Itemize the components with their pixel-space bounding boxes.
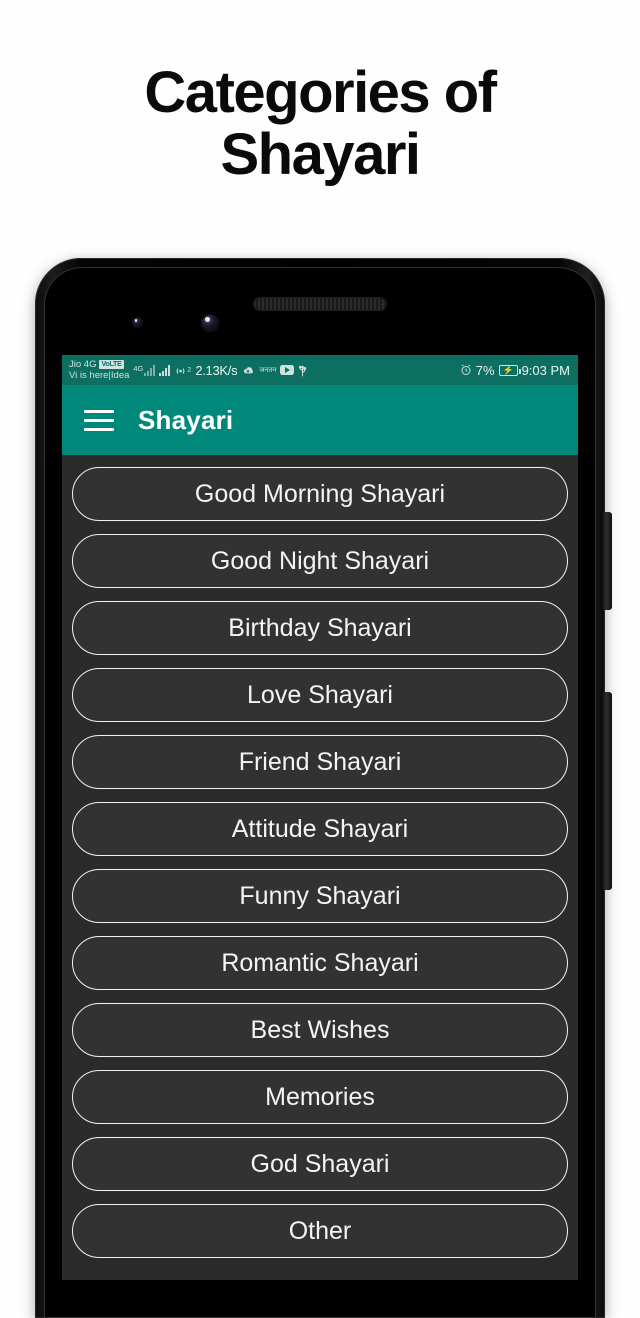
proximity-sensor-icon [133, 318, 142, 327]
category-item-funny-shayari[interactable]: Funny Shayari [72, 869, 568, 923]
promo-headline: Categories of Shayari [0, 62, 640, 186]
volte-badge: VoLTE [99, 360, 124, 369]
charging-bolt-icon: ⚡ [502, 364, 514, 375]
category-item-birthday-shayari[interactable]: Birthday Shayari [72, 601, 568, 655]
carrier-name-primary: Jio 4G [69, 359, 97, 370]
app-bar-title: Shayari [138, 404, 234, 435]
signal-bars-icon [144, 364, 156, 376]
carrier-name-secondary: Vi is here|Idea [69, 370, 130, 381]
promo-headline-line2: Shayari [220, 122, 421, 187]
earpiece-speaker [254, 298, 386, 310]
hotspot-count: 2 [187, 366, 192, 374]
category-item-memories[interactable]: Memories [72, 1070, 568, 1124]
category-item-other[interactable]: Other [72, 1204, 568, 1258]
usb-icon [298, 364, 307, 377]
hamburger-line [84, 427, 114, 431]
category-item-best-wishes[interactable]: Best Wishes [72, 1003, 568, 1057]
battery-charging-icon: ⚡ [498, 364, 521, 376]
hamburger-line [84, 409, 114, 413]
volume-rocker-button[interactable] [603, 692, 612, 890]
hamburger-menu-icon[interactable] [84, 409, 114, 431]
battery-percentage: 7% [475, 362, 495, 378]
signal-bars-sim2-icon [159, 364, 171, 376]
category-item-good-morning-shayari[interactable]: Good Morning Shayari [72, 467, 568, 521]
category-item-attitude-shayari[interactable]: Attitude Shayari [72, 802, 568, 856]
youtube-icon [280, 365, 295, 375]
alarm-clock-icon [460, 364, 472, 376]
hamburger-line [84, 418, 114, 422]
status-bar-clock: 9:03 PM [521, 362, 570, 378]
cloud-download-icon [241, 365, 255, 376]
data-speed-indicator: 2.13K/s [195, 362, 238, 378]
category-item-love-shayari[interactable]: Love Shayari [72, 668, 568, 722]
status-bar: Jio 4G VoLTE Vi is here|Idea 4G 2 2.13K/… [62, 355, 578, 385]
signal-strength-sim1: 4G [133, 363, 156, 376]
category-item-god-shayari[interactable]: God Shayari [72, 1137, 568, 1191]
category-item-romantic-shayari[interactable]: Romantic Shayari [72, 936, 568, 990]
carrier-info: Jio 4G VoLTE Vi is here|Idea [69, 359, 129, 381]
hotspot-icon: 2 [174, 364, 191, 377]
category-item-good-night-shayari[interactable]: Good Night Shayari [72, 534, 568, 588]
category-item-friend-shayari[interactable]: Friend Shayari [72, 735, 568, 789]
status-bar-right-group: 7% ⚡ 9:03 PM [460, 363, 570, 378]
front-camera-icon [202, 315, 218, 331]
power-button[interactable] [603, 512, 612, 610]
hindi-app-badge: जनतन [259, 366, 277, 374]
network-generation-label: 4G [133, 363, 144, 373]
category-list: Good Morning Shayari Good Night Shayari … [62, 455, 578, 1258]
phone-screen: Jio 4G VoLTE Vi is here|Idea 4G 2 2.13K/… [62, 355, 578, 1280]
app-bar: Shayari [62, 385, 578, 455]
promo-headline-line1: Categories of [144, 60, 497, 125]
